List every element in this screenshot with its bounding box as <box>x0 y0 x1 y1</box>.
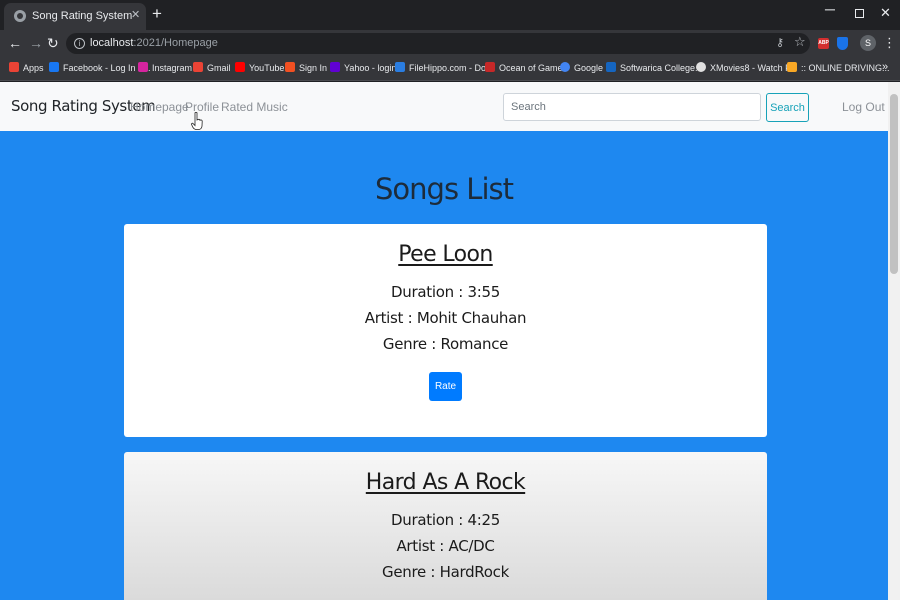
bookmark-label: Sign In <box>299 63 328 73</box>
song-name: Pee Loon <box>398 242 493 267</box>
bookmark-label: Apps <box>23 63 44 73</box>
google-icon <box>560 62 570 72</box>
site-navbar: Song Rating System Homepage Profile Rate… <box>0 82 888 131</box>
window-restore-icon[interactable] <box>855 9 864 18</box>
song-name: Hard As A Rock <box>365 470 526 495</box>
more-menu-icon[interactable]: ⋮ <box>883 34 896 52</box>
song-card: Hard As A Rock Duration : 4:25 Artist : … <box>124 452 767 600</box>
globe-icon <box>14 10 26 22</box>
bookmark-label: Softwarica College... <box>620 63 703 73</box>
bookmark-ocean-of-games[interactable]: Ocean of Games <box>485 62 567 73</box>
bookmark-label: Google <box>574 63 604 73</box>
apps-grid-icon <box>9 62 19 72</box>
instagram-icon <box>138 62 148 72</box>
scrollbar-thumb[interactable] <box>890 94 898 274</box>
tab-title: Song Rating System <box>32 10 133 22</box>
bookmark-label: XMovies8 - Watch F... <box>710 63 798 73</box>
url-host: localhost <box>90 37 134 49</box>
nav-rated-music-link[interactable]: Rated Music <box>221 100 288 114</box>
bookmark-label: Yahoo - login <box>344 63 397 73</box>
song-artist: Artist : Mohit Chauhan <box>364 309 527 327</box>
bookmark-google[interactable]: Google <box>560 62 603 73</box>
bookmark-label: YouTube <box>249 63 285 73</box>
logout-link[interactable]: Log Out <box>842 100 885 114</box>
filehippo-icon <box>395 62 405 72</box>
bookmark-online-driving[interactable]: :: ONLINE DRIVING... <box>787 62 890 73</box>
bookmark-label: Instagram <box>152 63 193 73</box>
bookmark-instagram[interactable]: Instagram <box>138 62 192 73</box>
search-button[interactable]: Search <box>766 93 809 122</box>
browser-toolbar: ← → ↻ i localhost:2021/Homepage ⚷ ☆ ABP … <box>0 30 900 57</box>
bookmark-label: Ocean of Games <box>499 63 568 73</box>
song-artist: Artist : AC/DC <box>396 537 495 555</box>
bookmark-gmail[interactable]: Gmail <box>193 62 231 73</box>
bookmark-xmovies8[interactable]: XMovies8 - Watch F... <box>696 62 797 73</box>
window-minimize-icon[interactable]: ─ <box>825 1 835 17</box>
softwarica-icon <box>606 62 616 72</box>
search-input[interactable] <box>503 93 761 121</box>
song-duration: Duration : 4:25 <box>391 511 500 529</box>
rate-button[interactable]: Rate <box>429 372 462 401</box>
forward-arrow-icon[interactable]: → <box>29 34 43 52</box>
address-bar[interactable]: i localhost:2021/Homepage ⚷ ☆ <box>66 33 810 54</box>
browser-tab[interactable]: Song Rating System ✕ <box>4 3 146 30</box>
microsoft-icon <box>285 62 295 72</box>
adblock-extension-icon[interactable]: ABP <box>818 38 829 49</box>
song-card: Pee Loon Duration : 3:55 Artist : Mohit … <box>124 224 767 437</box>
online-driving-icon <box>787 62 797 72</box>
back-arrow-icon[interactable]: ← <box>8 34 22 52</box>
bookmark-filehippo[interactable]: FileHippo.com - Do... <box>395 62 494 73</box>
bookmark-youtube[interactable]: YouTube <box>235 62 284 73</box>
youtube-icon <box>235 62 245 72</box>
xmovies-icon <box>696 62 706 72</box>
facebook-icon <box>49 62 59 72</box>
nav-homepage-link[interactable]: Homepage <box>130 100 189 114</box>
info-icon[interactable]: i <box>74 38 85 49</box>
browser-tabstrip: Song Rating System ✕ + ─ ✕ <box>0 0 900 30</box>
more-bookmarks-icon[interactable]: » <box>882 61 888 73</box>
bookmark-label: FileHippo.com - Do... <box>409 63 494 73</box>
url-text[interactable]: localhost:2021/Homepage <box>90 37 218 49</box>
page-content: Song Rating System Homepage Profile Rate… <box>0 82 888 600</box>
gmail-icon <box>193 62 203 72</box>
bookmarks-bar: Apps Facebook - Log In o... Instagram Gm… <box>0 57 900 81</box>
window-close-icon[interactable]: ✕ <box>880 5 891 21</box>
page-scrollbar[interactable] <box>888 82 900 600</box>
shield-extension-icon[interactable] <box>837 37 848 50</box>
bookmark-softwarica[interactable]: Softwarica College... <box>606 62 703 73</box>
hand-cursor-icon <box>191 112 203 130</box>
bookmark-apps[interactable]: Apps <box>9 62 44 73</box>
bookmark-signin[interactable]: Sign In <box>285 62 327 73</box>
song-genre: Genre : Romance <box>382 335 509 353</box>
bookmark-label: :: ONLINE DRIVING... <box>801 63 890 73</box>
profile-avatar[interactable]: S <box>860 35 876 51</box>
ocean-of-games-icon <box>485 62 495 72</box>
bookmark-star-icon[interactable]: ☆ <box>794 34 806 50</box>
song-duration: Duration : 3:55 <box>391 283 500 301</box>
bookmark-yahoo[interactable]: Yahoo - login <box>330 62 396 73</box>
bookmark-facebook[interactable]: Facebook - Log In o... <box>49 62 151 73</box>
close-tab-icon[interactable]: ✕ <box>131 8 140 21</box>
key-icon[interactable]: ⚷ <box>776 36 784 49</box>
bookmark-label: Gmail <box>207 63 231 73</box>
songs-list-title: Songs List <box>375 172 514 206</box>
new-tab-plus-icon[interactable]: + <box>152 4 162 24</box>
reload-icon[interactable]: ↻ <box>47 34 59 52</box>
song-genre: Genre : HardRock <box>382 563 509 581</box>
url-path: :2021/Homepage <box>133 37 218 49</box>
yahoo-icon <box>330 62 340 72</box>
